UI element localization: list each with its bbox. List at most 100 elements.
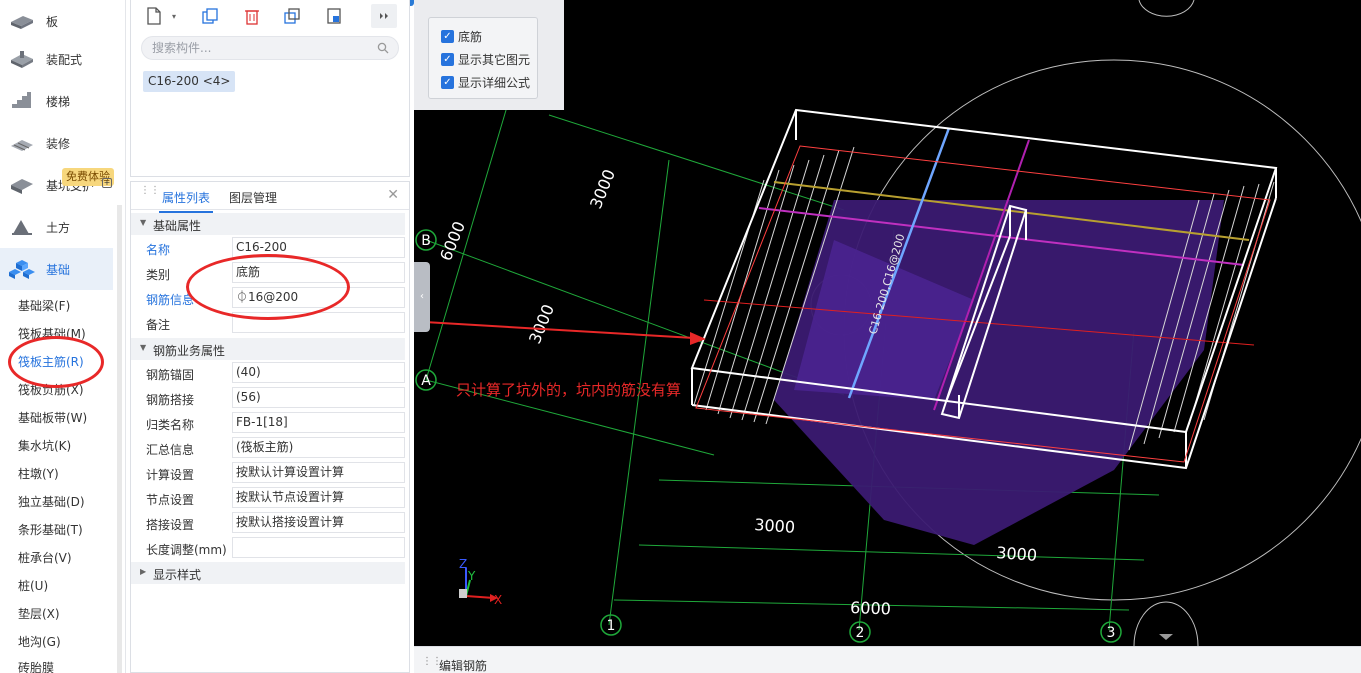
prop-value[interactable]: (筏板主筋) — [232, 437, 405, 458]
sub-item-raft-foundation[interactable]: 筏板基础(M) — [18, 325, 86, 342]
nav-scrollbar[interactable] — [117, 205, 122, 673]
tab-property-list[interactable]: 属性列表 — [158, 189, 214, 213]
component-item[interactable]: C16-200 <4> — [143, 71, 236, 92]
prop-name: 计算设置 — [146, 468, 195, 482]
layer-copy-icon — [327, 8, 341, 24]
prop-value[interactable] — [232, 312, 405, 333]
nav-item-stairs[interactable]: 楼梯 — [0, 80, 113, 122]
checkbox-checked-icon[interactable]: ✓ — [441, 30, 454, 43]
prop-row-class-name: 归类名称 FB-1[18] — [131, 410, 407, 435]
sub-item-cushion[interactable]: 垫层(X) — [18, 605, 60, 622]
prop-value[interactable]: C16-200 — [232, 237, 405, 258]
dim-label: 3000 — [525, 302, 558, 347]
collapse-handle[interactable]: ‹ — [414, 262, 430, 332]
prop-row-remark: 备注 — [131, 310, 407, 335]
nav-item-decoration[interactable]: 装修 — [0, 122, 113, 164]
group-label: 显示样式 — [153, 568, 202, 582]
axis-label-b: B — [421, 233, 431, 249]
more-icon — [380, 13, 388, 19]
search-icon[interactable] — [377, 42, 389, 54]
prop-row-rebar-info: 钢筋信息 ⏀16@200 — [131, 285, 407, 310]
sub-item-slab-strip[interactable]: 基础板带(W) — [18, 409, 87, 426]
left-nav: 板 装配式 楼梯 装修 基坑支护 免费体验 + 土方 基础 基础梁(F) 筏板基 — [0, 0, 126, 673]
sub-item-raft-main-rebar[interactable]: 筏板主筋(R) — [18, 353, 84, 370]
duplicate-icon — [284, 8, 300, 24]
nav-label: 土方 — [46, 220, 71, 235]
axis-y-label: Y — [467, 569, 476, 583]
group-label: 钢筋业务属性 — [153, 344, 226, 358]
checkbox-checked-icon[interactable]: ✓ — [441, 53, 454, 66]
prop-name: 类别 — [146, 268, 171, 282]
axis-x-label: X — [494, 593, 502, 607]
checkbox-show-formula[interactable]: ✓ 显示详细公式 — [441, 74, 530, 91]
nav-label: 板 — [46, 14, 59, 29]
nav-label: 装修 — [46, 136, 71, 151]
lock-icon: + — [102, 178, 112, 188]
copy-button[interactable] — [197, 4, 223, 28]
checkbox-show-other[interactable]: ✓ 显示其它图元 — [441, 51, 530, 68]
group-display[interactable]: ▶ 显示样式 — [131, 562, 405, 584]
more-button[interactable] — [371, 4, 397, 28]
pit-support-icon — [11, 179, 33, 194]
prop-value[interactable]: 按默认计算设置计算 — [232, 462, 405, 483]
sub-item-sump-pit[interactable]: 集水坑(K) — [18, 437, 71, 454]
3d-viewport[interactable]: C16-200,C16@200 3000 6000 3000 3000 3000… — [414, 0, 1361, 646]
duplicate-button[interactable] — [279, 4, 305, 28]
dim-label: 6000 — [850, 598, 891, 618]
prop-value[interactable]: 按默认搭接设置计算 — [232, 512, 405, 533]
chevron-down-icon: ▼ — [140, 343, 147, 352]
stairs-icon — [12, 92, 31, 108]
prop-name: 名称 — [146, 243, 171, 257]
checkbox-label: 显示其它图元 — [458, 53, 531, 67]
nav-item-prefab[interactable]: 装配式 — [0, 38, 113, 80]
prop-row-lap-setting: 搭接设置 按默认搭接设置计算 — [131, 510, 407, 535]
prop-name: 节点设置 — [146, 493, 195, 507]
prop-value[interactable]: 按默认节点设置计算 — [232, 487, 405, 508]
edit-rebar-label[interactable]: 编辑钢筋 — [439, 657, 487, 673]
prop-value[interactable]: 底筋 — [232, 262, 405, 283]
group-business[interactable]: ▼ 钢筋业务属性 — [131, 338, 405, 360]
nav-label: 楼梯 — [46, 94, 71, 109]
close-icon[interactable]: ✕ — [387, 187, 399, 203]
checkbox-bottom-rebar[interactable]: ✓ 底筋 — [441, 28, 482, 45]
new-button[interactable] — [141, 4, 167, 28]
group-basic[interactable]: ▼ 基础属性 — [131, 213, 405, 235]
new-dropdown[interactable]: ▾ — [167, 4, 181, 28]
sub-item-strip-foundation[interactable]: 条形基础(T) — [18, 521, 83, 538]
sub-item-brick-mold[interactable]: 砖胎膜 — [18, 659, 54, 673]
checkbox-label: 底筋 — [458, 30, 483, 44]
prop-value[interactable]: (56) — [232, 387, 405, 408]
layer-copy-button[interactable] — [321, 4, 347, 28]
delete-button[interactable] — [239, 4, 265, 28]
dim-label: 6000 — [436, 219, 469, 264]
sub-item-trench[interactable]: 地沟(G) — [18, 633, 61, 650]
dim-label: 3000 — [586, 167, 619, 212]
prop-name: 钢筋锚固 — [146, 368, 195, 382]
drag-grip-icon[interactable]: ⋮⋮ — [140, 186, 160, 203]
dim-label: 3000 — [754, 515, 796, 537]
checkbox-checked-icon[interactable]: ✓ — [441, 76, 454, 89]
search-input[interactable] — [152, 40, 372, 56]
prop-value[interactable]: ⏀16@200 — [232, 287, 405, 308]
properties-panel: ⋮⋮ 属性列表 图层管理 ✕ ▼ 基础属性 名称 C16-200 类别 底筋 钢… — [130, 181, 410, 673]
app-root: 板 装配式 楼梯 装修 基坑支护 免费体验 + 土方 基础 基础梁(F) 筏板基 — [0, 0, 1361, 673]
sub-item-isolated-foundation[interactable]: 独立基础(D) — [18, 493, 85, 510]
nav-item-slab[interactable]: 板 — [0, 0, 113, 42]
sub-item-raft-neg-rebar[interactable]: 筏板负筋(X) — [18, 381, 84, 398]
nav-item-foundation[interactable]: 基础 — [0, 248, 113, 290]
nav-item-earthwork[interactable]: 土方 — [0, 206, 113, 248]
prop-value[interactable]: (40) — [232, 362, 405, 383]
group-label: 基础属性 — [153, 219, 202, 233]
prop-value[interactable]: FB-1[18] — [232, 412, 405, 433]
sub-item-column-pier[interactable]: 柱墩(Y) — [18, 465, 59, 482]
prop-value[interactable] — [232, 537, 405, 558]
earthwork-icon — [12, 220, 32, 235]
foundation-icon — [9, 260, 35, 279]
nav-label: 基础 — [46, 262, 71, 277]
sub-item-foundation-beam[interactable]: 基础梁(F) — [18, 297, 70, 314]
sub-item-pile[interactable]: 桩(U) — [18, 577, 48, 594]
tab-layer-management[interactable]: 图层管理 — [229, 189, 277, 206]
prop-row-lap: 钢筋搭接 (56) — [131, 385, 407, 410]
sub-item-pile-cap[interactable]: 桩承台(V) — [18, 549, 72, 566]
component-search — [141, 36, 399, 60]
